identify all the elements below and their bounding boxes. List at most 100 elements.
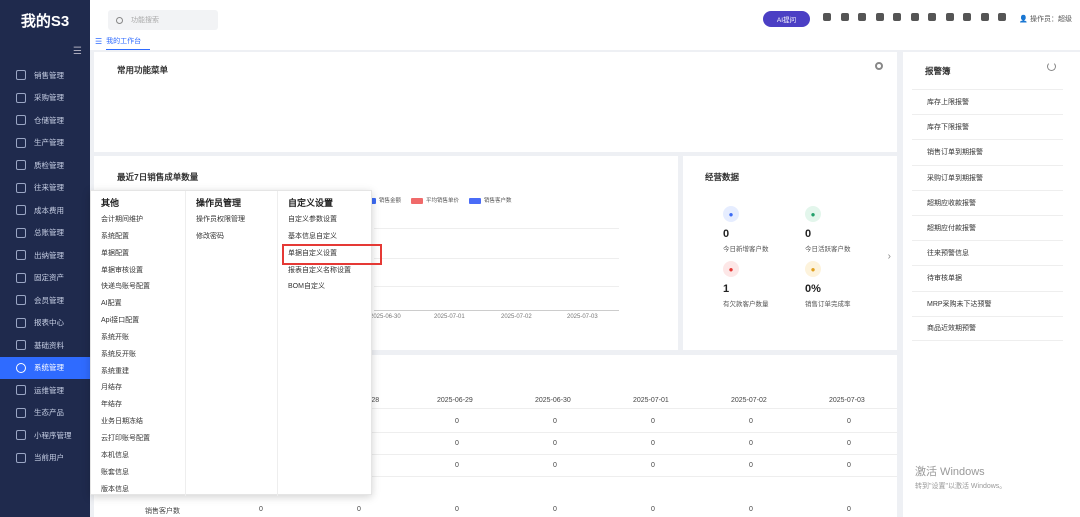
theme-icon[interactable] bbox=[980, 13, 989, 21]
x-tick-label: 2025-06-30 bbox=[370, 314, 401, 320]
sidebar-item-label: 系统管理 bbox=[34, 363, 64, 373]
sidebar-item[interactable]: 质检管理 bbox=[0, 154, 90, 177]
tab-bar: ☰ 我的工作台 bbox=[90, 36, 1080, 50]
table-cell: 0 bbox=[455, 462, 459, 469]
user-icon bbox=[16, 452, 26, 463]
kpi-value: 0% bbox=[805, 283, 821, 295]
sidebar-item[interactable]: 生态产品 bbox=[0, 402, 90, 425]
alarm-item[interactable]: MRP采购未下达预警 bbox=[912, 290, 1063, 316]
alarm-item[interactable]: 库存上限报警 bbox=[912, 89, 1063, 114]
search-input[interactable]: 功能搜索 bbox=[108, 10, 218, 30]
table-cell: 0 bbox=[749, 440, 753, 447]
shield-icon[interactable] bbox=[840, 13, 849, 21]
user-icon[interactable] bbox=[998, 13, 1006, 21]
ai-ask-button[interactable]: AI提问 bbox=[763, 11, 810, 27]
gear-icon[interactable] bbox=[875, 62, 883, 70]
info-icon[interactable] bbox=[945, 13, 954, 21]
alarm-item[interactable]: 超期应付款报警 bbox=[912, 214, 1063, 240]
menu-item[interactable]: BOM自定义 bbox=[288, 279, 380, 296]
cost-icon bbox=[16, 205, 26, 216]
sidebar-item-label: 生产管理 bbox=[34, 138, 64, 148]
menu-items: 会计期间维护 系统配置 单据配置 单据审核设置 快递鸟账号配置 AI配置 Api接口配置 系统… bbox=[101, 212, 150, 498]
notification-icon[interactable] bbox=[893, 13, 901, 21]
menu-item[interactable]: 年结存 bbox=[101, 397, 150, 414]
sidebar-item[interactable]: 采购管理 bbox=[0, 87, 90, 110]
sidebar-item[interactable]: 会员管理 bbox=[0, 289, 90, 312]
menu-item[interactable]: Api接口配置 bbox=[101, 313, 150, 330]
sidebar-item[interactable]: 系统管理 bbox=[0, 356, 90, 379]
home-icon[interactable] bbox=[910, 13, 919, 21]
menu-item[interactable]: 单据自定义设置 bbox=[282, 243, 382, 265]
cart-icon bbox=[16, 92, 26, 103]
menu-item[interactable]: AI配置 bbox=[101, 296, 150, 313]
menu-item[interactable]: 基本信息自定义 bbox=[288, 229, 380, 246]
legend-item[interactable]: 销售客户数 bbox=[469, 196, 512, 204]
help-icon[interactable] bbox=[875, 13, 884, 21]
alarm-item[interactable]: 商品近效期预警 bbox=[912, 315, 1063, 341]
menu-item[interactable]: 系统反开账 bbox=[101, 347, 150, 364]
table-cell: 0 bbox=[651, 506, 655, 513]
sidebar-item[interactable]: 总账管理 bbox=[0, 222, 90, 245]
sidebar-item[interactable]: 仓储管理 bbox=[0, 109, 90, 132]
operator-label[interactable]: 👤 操作员：超级 bbox=[1019, 14, 1072, 24]
column-header: 2025-07-02 bbox=[731, 397, 767, 404]
kpi-item: ● 0% 销售订单完成率 bbox=[805, 261, 895, 308]
alarm-item[interactable]: 库存下限报警 bbox=[912, 114, 1063, 139]
menu-item[interactable]: 系统配置 bbox=[101, 229, 150, 246]
sidebar-item[interactable]: 固定资产 bbox=[0, 267, 90, 290]
question-icon[interactable] bbox=[928, 13, 936, 21]
menu-item[interactable]: 单据审核设置 bbox=[101, 263, 150, 280]
kpi-item: ● 0 今日活跃客户数 bbox=[805, 206, 895, 253]
sidebar-item-label: 基础资料 bbox=[34, 340, 64, 350]
menu-column: 自定义设置 自定义参数设置 基本信息自定义 单据自定义设置 报表自定义名称设置 BOM自定… bbox=[277, 191, 382, 496]
menu-item[interactable]: 系统重建 bbox=[101, 364, 150, 381]
sidebar-item-label: 小程序管理 bbox=[34, 430, 72, 440]
sidebar-item[interactable]: 销售管理 bbox=[0, 64, 90, 87]
legend-item[interactable]: 平均销售单价 bbox=[411, 196, 459, 204]
menu-item[interactable]: 报表自定义名称设置 bbox=[288, 263, 380, 280]
sidebar-item[interactable]: 基础资料 bbox=[0, 334, 90, 357]
warehouse-icon bbox=[16, 115, 26, 126]
sidebar-item[interactable]: 成本费用 bbox=[0, 199, 90, 222]
gear-icon bbox=[16, 362, 26, 373]
table-cell: 0 bbox=[553, 440, 557, 447]
sidebar-item[interactable]: 当前用户 bbox=[0, 447, 90, 470]
search-icon bbox=[116, 16, 123, 24]
column-header: 2025-06-29 bbox=[437, 397, 473, 404]
menu-item[interactable]: 云打印账号配置 bbox=[101, 431, 150, 448]
menu-column: 操作员管理 操作员权限管理 修改密码 bbox=[185, 191, 277, 496]
menu-item[interactable]: 快递鸟账号配置 bbox=[101, 279, 150, 296]
menu-item[interactable]: 自定义参数设置 bbox=[288, 212, 380, 229]
alarm-item[interactable]: 往来预警信息 bbox=[912, 240, 1063, 265]
alarm-item[interactable]: 超期应收款报警 bbox=[912, 189, 1063, 215]
refresh-icon[interactable] bbox=[1047, 62, 1056, 71]
alarm-item[interactable]: 待审核单据 bbox=[912, 265, 1063, 290]
sidebar-item[interactable]: 运维管理 bbox=[0, 379, 90, 402]
sidebar-item[interactable]: 小程序管理 bbox=[0, 424, 90, 447]
menu-item[interactable]: 单据配置 bbox=[101, 246, 150, 263]
menu-item[interactable]: 月结存 bbox=[101, 380, 150, 397]
menu-item[interactable]: 版本信息 bbox=[101, 482, 150, 499]
menu-item[interactable]: 账套信息 bbox=[101, 465, 150, 482]
tab-workbench[interactable]: ☰ 我的工作台 bbox=[95, 36, 141, 46]
menu-item[interactable]: 会计期间维护 bbox=[101, 212, 150, 229]
menu-item[interactable]: 修改密码 bbox=[196, 229, 245, 246]
chevron-right-icon[interactable]: › bbox=[888, 251, 891, 262]
menu-item[interactable]: 操作员权限管理 bbox=[196, 212, 245, 229]
sidebar-item[interactable]: 出纳管理 bbox=[0, 244, 90, 267]
message-icon[interactable] bbox=[823, 13, 831, 21]
chat-icon[interactable] bbox=[858, 13, 866, 21]
menu-item[interactable]: 本机信息 bbox=[101, 448, 150, 465]
collapse-icon[interactable]: ☰ bbox=[73, 46, 82, 57]
sidebar-item[interactable]: 报表中心 bbox=[0, 312, 90, 335]
table-cell: 0 bbox=[651, 462, 655, 469]
alarm-item[interactable]: 销售订单到期报警 bbox=[912, 139, 1063, 164]
operator-name: 操作员：超级 bbox=[1030, 16, 1072, 23]
menu-item[interactable]: 系统开账 bbox=[101, 330, 150, 347]
kpi-label: 有欠款客户数量 bbox=[723, 301, 769, 308]
grid-icon[interactable] bbox=[963, 13, 971, 21]
alarm-item[interactable]: 采购订单到期报警 bbox=[912, 164, 1063, 190]
menu-item[interactable]: 业务日期冻结 bbox=[101, 414, 150, 431]
sidebar-item[interactable]: 往来管理 bbox=[0, 177, 90, 200]
sidebar-item[interactable]: 生产管理 bbox=[0, 132, 90, 155]
